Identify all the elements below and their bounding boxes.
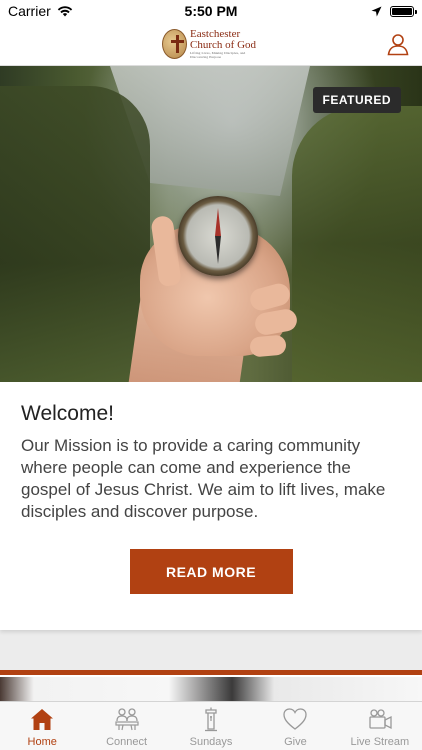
profile-icon[interactable]	[386, 32, 410, 56]
featured-badge: FEATURED	[312, 87, 401, 113]
logo-tagline: Lifting Lives, Making Disciples, and Dis…	[190, 51, 246, 59]
status-bar: Carrier 5:50 PM	[0, 0, 422, 22]
tab-home-label: Home	[27, 736, 57, 748]
next-card-image	[0, 677, 422, 701]
tab-connect-label: Connect	[106, 736, 148, 748]
wifi-icon	[57, 6, 72, 17]
video-camera-icon	[369, 709, 392, 730]
logo-text: Eastchester Church of God Lifting Lives,…	[190, 29, 262, 59]
church-logo[interactable]: Eastchester Church of God Lifting Lives,…	[162, 26, 262, 62]
heart-icon	[283, 708, 308, 730]
tab-give-label: Give	[284, 736, 307, 748]
card-body: Welcome! Our Mission is to provide a car…	[0, 382, 422, 594]
featured-card[interactable]: FEATURED Welcome! Our Mission is to prov…	[0, 66, 422, 630]
tab-live-stream-label: Live Stream	[350, 736, 410, 748]
people-icon	[115, 708, 139, 731]
tab-live-stream[interactable]: Live Stream	[338, 702, 422, 750]
next-card-preview[interactable]	[0, 670, 422, 701]
status-time: 5:50 PM	[184, 3, 238, 19]
tab-sundays-label: Sundays	[189, 736, 233, 748]
status-left: Carrier	[8, 3, 73, 19]
status-right	[371, 5, 417, 17]
card-title: Welcome!	[21, 402, 114, 425]
feed[interactable]: FEATURED Welcome! Our Mission is to prov…	[0, 66, 422, 701]
read-more-button[interactable]: READ MORE	[129, 549, 293, 594]
card-description: Our Mission is to provide a caring commu…	[21, 436, 386, 521]
home-icon	[31, 709, 54, 730]
tab-sundays[interactable]: Sundays	[169, 702, 253, 750]
location-arrow-icon	[371, 6, 382, 16]
carrier-label: Carrier	[8, 3, 51, 19]
battery-icon	[390, 5, 417, 17]
hero-image[interactable]: FEATURED	[0, 66, 422, 382]
tab-bar: Home Connect Sundays Give Live Stream	[0, 701, 422, 750]
compass-icon	[178, 196, 258, 276]
pulpit-icon	[205, 707, 218, 732]
logo-emblem-icon	[162, 29, 188, 59]
logo-line-2: Church of God	[190, 39, 257, 51]
nav-bar: Eastchester Church of God Lifting Lives,…	[0, 22, 422, 66]
tab-home[interactable]: Home	[0, 702, 84, 750]
tab-connect[interactable]: Connect	[84, 702, 168, 750]
tab-give[interactable]: Give	[253, 702, 337, 750]
